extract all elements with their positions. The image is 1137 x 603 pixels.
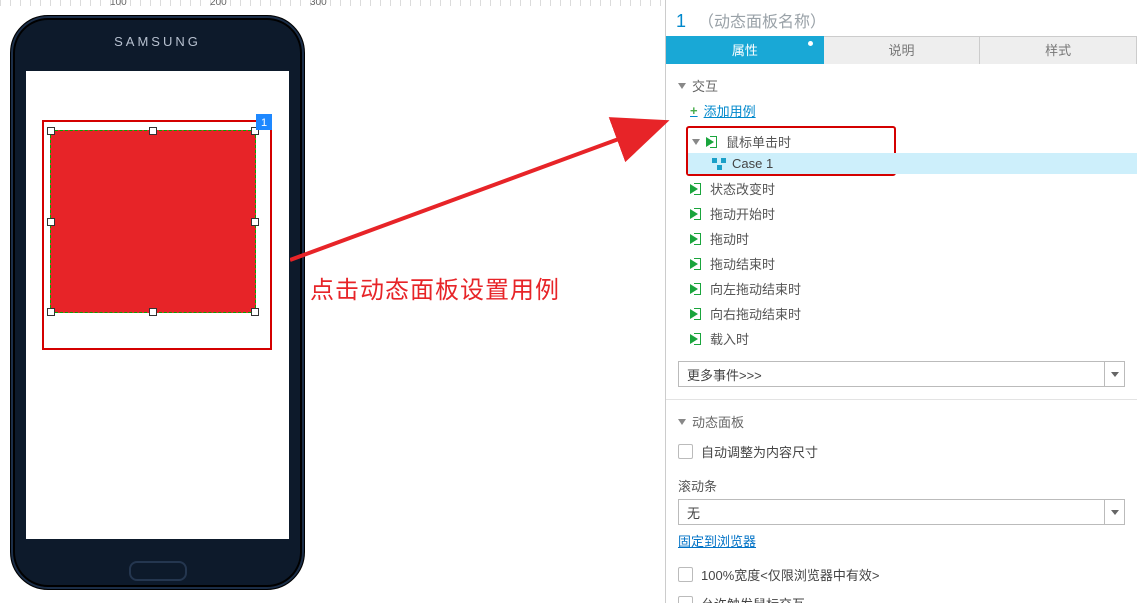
resize-handle-e[interactable] bbox=[251, 218, 259, 226]
resize-handle-sw[interactable] bbox=[47, 308, 55, 316]
ruler-tick: 300 bbox=[310, 0, 327, 8]
fit-to-content-label: 自动调整为内容尺寸 bbox=[701, 442, 818, 461]
event-drag[interactable]: 拖动时 bbox=[680, 226, 1125, 251]
expand-caret-icon bbox=[692, 139, 700, 145]
case-label: Case 1 bbox=[732, 156, 773, 171]
event-state-change[interactable]: 状态改变时 bbox=[680, 176, 1125, 201]
events-tree: 鼠标单击时 Case 1 状态改变时 拖动开始时 拖动时 bbox=[680, 126, 1125, 351]
ruler-tick: 200 bbox=[210, 0, 227, 8]
dropdown-arrow-icon bbox=[1104, 362, 1124, 386]
full-width-checkbox[interactable]: 100%宽度<仅限浏览器中有效> bbox=[678, 560, 1125, 589]
inspector-title: 1 （动态面板名称） bbox=[666, 0, 1137, 36]
tab-properties[interactable]: 属性 bbox=[666, 36, 824, 64]
event-label: 载入时 bbox=[710, 329, 749, 348]
dynamic-panel-widget[interactable]: 1 bbox=[50, 130, 256, 313]
event-onclick[interactable]: 鼠标单击时 bbox=[688, 130, 894, 153]
widget-name-placeholder[interactable]: （动态面板名称） bbox=[698, 8, 826, 32]
device-brand-label: SAMSUNG bbox=[11, 34, 304, 49]
plus-icon: + bbox=[690, 103, 698, 118]
event-swipe-left[interactable]: 向左拖动结束时 bbox=[680, 276, 1125, 301]
section-dynamic-panel-header[interactable]: 动态面板 bbox=[678, 412, 1125, 431]
case-row[interactable]: Case 1 bbox=[688, 153, 1137, 174]
event-swipe-right[interactable]: 向右拖动结束时 bbox=[680, 301, 1125, 326]
allow-mouse-label: 允许触发鼠标交互 bbox=[701, 594, 805, 603]
section-interactions-header[interactable]: 交互 bbox=[678, 76, 1125, 95]
event-label: 拖动时 bbox=[710, 229, 749, 248]
pin-to-browser-link[interactable]: 固定到浏览器 bbox=[678, 531, 756, 550]
widget-index: 1 bbox=[676, 11, 686, 32]
tab-notes[interactable]: 说明 bbox=[824, 36, 981, 64]
event-load[interactable]: 载入时 bbox=[680, 326, 1125, 351]
event-label: 向右拖动结束时 bbox=[710, 304, 801, 323]
section-dynamic-panel: 动态面板 自动调整为内容尺寸 滚动条 无 固定到浏览器 100%宽度<仅限浏览器… bbox=[666, 400, 1137, 603]
dropdown-arrow-icon bbox=[1104, 500, 1124, 524]
event-icon bbox=[690, 207, 704, 221]
section-dynamic-panel-label: 动态面板 bbox=[692, 412, 744, 431]
event-icon bbox=[690, 307, 704, 321]
allow-mouse-checkbox[interactable]: 允许触发鼠标交互 bbox=[678, 589, 1125, 603]
tab-style[interactable]: 样式 bbox=[980, 36, 1137, 64]
add-case-link[interactable]: + 添加用例 bbox=[690, 101, 1125, 120]
collapse-caret-icon bbox=[678, 419, 686, 425]
event-icon bbox=[706, 135, 720, 149]
checkbox-icon[interactable] bbox=[678, 444, 693, 459]
full-width-label: 100%宽度<仅限浏览器中有效> bbox=[701, 565, 879, 584]
section-interactions-label: 交互 bbox=[692, 76, 718, 95]
resize-handle-w[interactable] bbox=[47, 218, 55, 226]
design-canvas[interactable]: SAMSUNG 1 点击动态面板设置用例 bbox=[0, 0, 665, 603]
inspector-tabs: 属性 说明 样式 bbox=[666, 36, 1137, 64]
event-drag-end[interactable]: 拖动结束时 bbox=[680, 251, 1125, 276]
tab-properties-label: 属性 bbox=[732, 43, 758, 58]
annotation-highlight-events: 鼠标单击时 Case 1 bbox=[686, 126, 896, 176]
event-icon bbox=[690, 182, 704, 196]
case-icon bbox=[712, 158, 726, 170]
event-onclick-label: 鼠标单击时 bbox=[726, 132, 791, 151]
fit-to-content-checkbox[interactable]: 自动调整为内容尺寸 bbox=[678, 437, 1125, 466]
inspector-panel: 1 （动态面板名称） 属性 说明 样式 交互 + 添加用例 鼠标单击时 bbox=[665, 0, 1137, 603]
state-count-badge[interactable]: 1 bbox=[256, 114, 272, 130]
resize-handle-n[interactable] bbox=[149, 127, 157, 135]
scrollbars-value: 无 bbox=[687, 503, 700, 522]
event-icon bbox=[690, 257, 704, 271]
ruler-tick: 100 bbox=[110, 0, 127, 8]
annotation-arrow bbox=[290, 115, 670, 265]
device-home-button bbox=[129, 561, 187, 581]
scrollbars-dropdown[interactable]: 无 bbox=[678, 499, 1125, 525]
event-icon bbox=[690, 232, 704, 246]
checkbox-icon[interactable] bbox=[678, 596, 693, 603]
event-icon bbox=[690, 332, 704, 346]
event-label: 状态改变时 bbox=[710, 179, 775, 198]
unsaved-indicator-icon bbox=[808, 41, 813, 46]
ruler bbox=[0, 0, 665, 6]
annotation-text: 点击动态面板设置用例 bbox=[310, 270, 560, 305]
scrollbars-label: 滚动条 bbox=[678, 476, 1125, 495]
add-case-label: 添加用例 bbox=[704, 101, 756, 120]
event-drag-start[interactable]: 拖动开始时 bbox=[680, 201, 1125, 226]
event-label: 向左拖动结束时 bbox=[710, 279, 801, 298]
event-label: 拖动开始时 bbox=[710, 204, 775, 223]
resize-handle-nw[interactable] bbox=[47, 127, 55, 135]
section-interactions: 交互 + 添加用例 鼠标单击时 Case 1 状态改变时 bbox=[666, 64, 1137, 400]
checkbox-icon[interactable] bbox=[678, 567, 693, 582]
more-events-label: 更多事件>>> bbox=[687, 365, 762, 384]
collapse-caret-icon bbox=[678, 83, 686, 89]
event-icon bbox=[690, 282, 704, 296]
more-events-dropdown[interactable]: 更多事件>>> bbox=[678, 361, 1125, 387]
resize-handle-s[interactable] bbox=[149, 308, 157, 316]
resize-handle-se[interactable] bbox=[251, 308, 259, 316]
event-label: 拖动结束时 bbox=[710, 254, 775, 273]
